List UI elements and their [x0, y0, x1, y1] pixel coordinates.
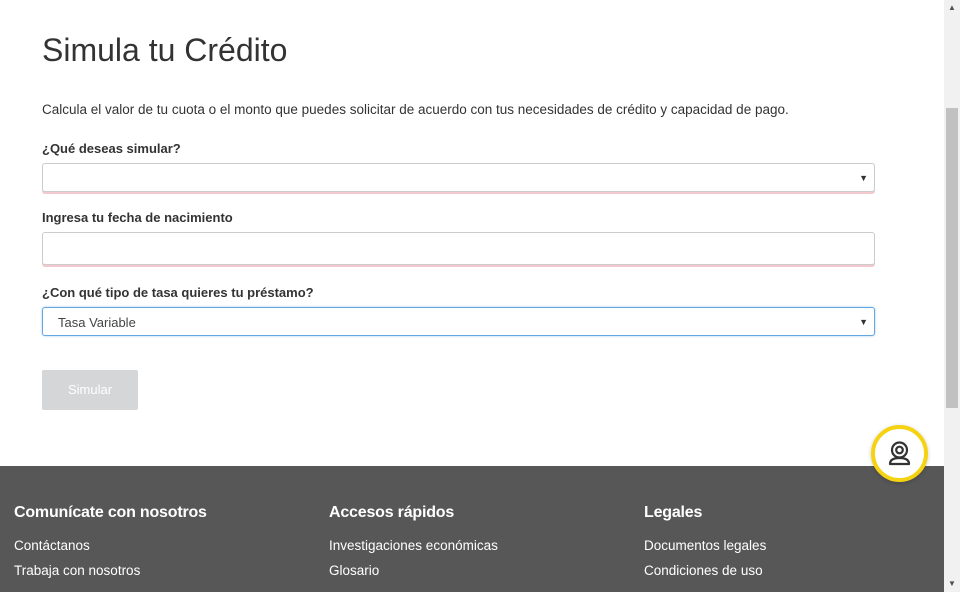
footer-contact-title: Comunícate con nosotros: [14, 504, 207, 521]
footer-quick-title: Accesos rápidos: [329, 504, 455, 521]
chat-support-button[interactable]: [871, 425, 928, 482]
footer-link-documentos[interactable]: Documentos legales: [644, 538, 766, 553]
birthdate-input[interactable]: [42, 232, 875, 265]
footer-link-condiciones[interactable]: Condiciones de uso: [644, 563, 763, 578]
footer-link-investigaciones[interactable]: Investigaciones económicas: [329, 538, 498, 553]
footer-link-trabaja[interactable]: Trabaja con nosotros: [14, 563, 140, 578]
footer-link-glosario[interactable]: Glosario: [329, 563, 379, 578]
rate-type-label: ¿Con qué tipo de tasa quieres tu préstam…: [42, 285, 314, 300]
birthdate-label: Ingresa tu fecha de nacimiento: [42, 210, 233, 225]
page-title: Simula tu Crédito: [42, 32, 288, 68]
simulate-type-select[interactable]: ▼: [42, 163, 875, 192]
caret-down-icon: ▼: [859, 317, 868, 327]
caret-down-icon: ▼: [859, 173, 868, 183]
rate-type-select[interactable]: Tasa Variable ▼: [42, 307, 875, 336]
simulate-type-label: ¿Qué deseas simular?: [42, 141, 181, 156]
scroll-down-icon[interactable]: ▼: [948, 579, 956, 588]
scroll-up-icon[interactable]: ▲: [948, 3, 956, 12]
vertical-scrollbar[interactable]: ▲ ▼: [944, 0, 960, 592]
site-footer: Comunícate con nosotros Contáctanos Trab…: [0, 466, 944, 592]
page-viewport: Simula tu Crédito Calcula el valor de tu…: [0, 0, 944, 592]
scrollbar-thumb[interactable]: [946, 108, 958, 408]
footer-legal-title: Legales: [644, 504, 703, 521]
footer-link-contactanos[interactable]: Contáctanos: [14, 538, 90, 553]
rate-type-value: Tasa Variable: [58, 315, 136, 330]
page-intro: Calcula el valor de tu cuota o el monto …: [42, 102, 789, 117]
simulate-button[interactable]: Simular: [42, 370, 138, 410]
